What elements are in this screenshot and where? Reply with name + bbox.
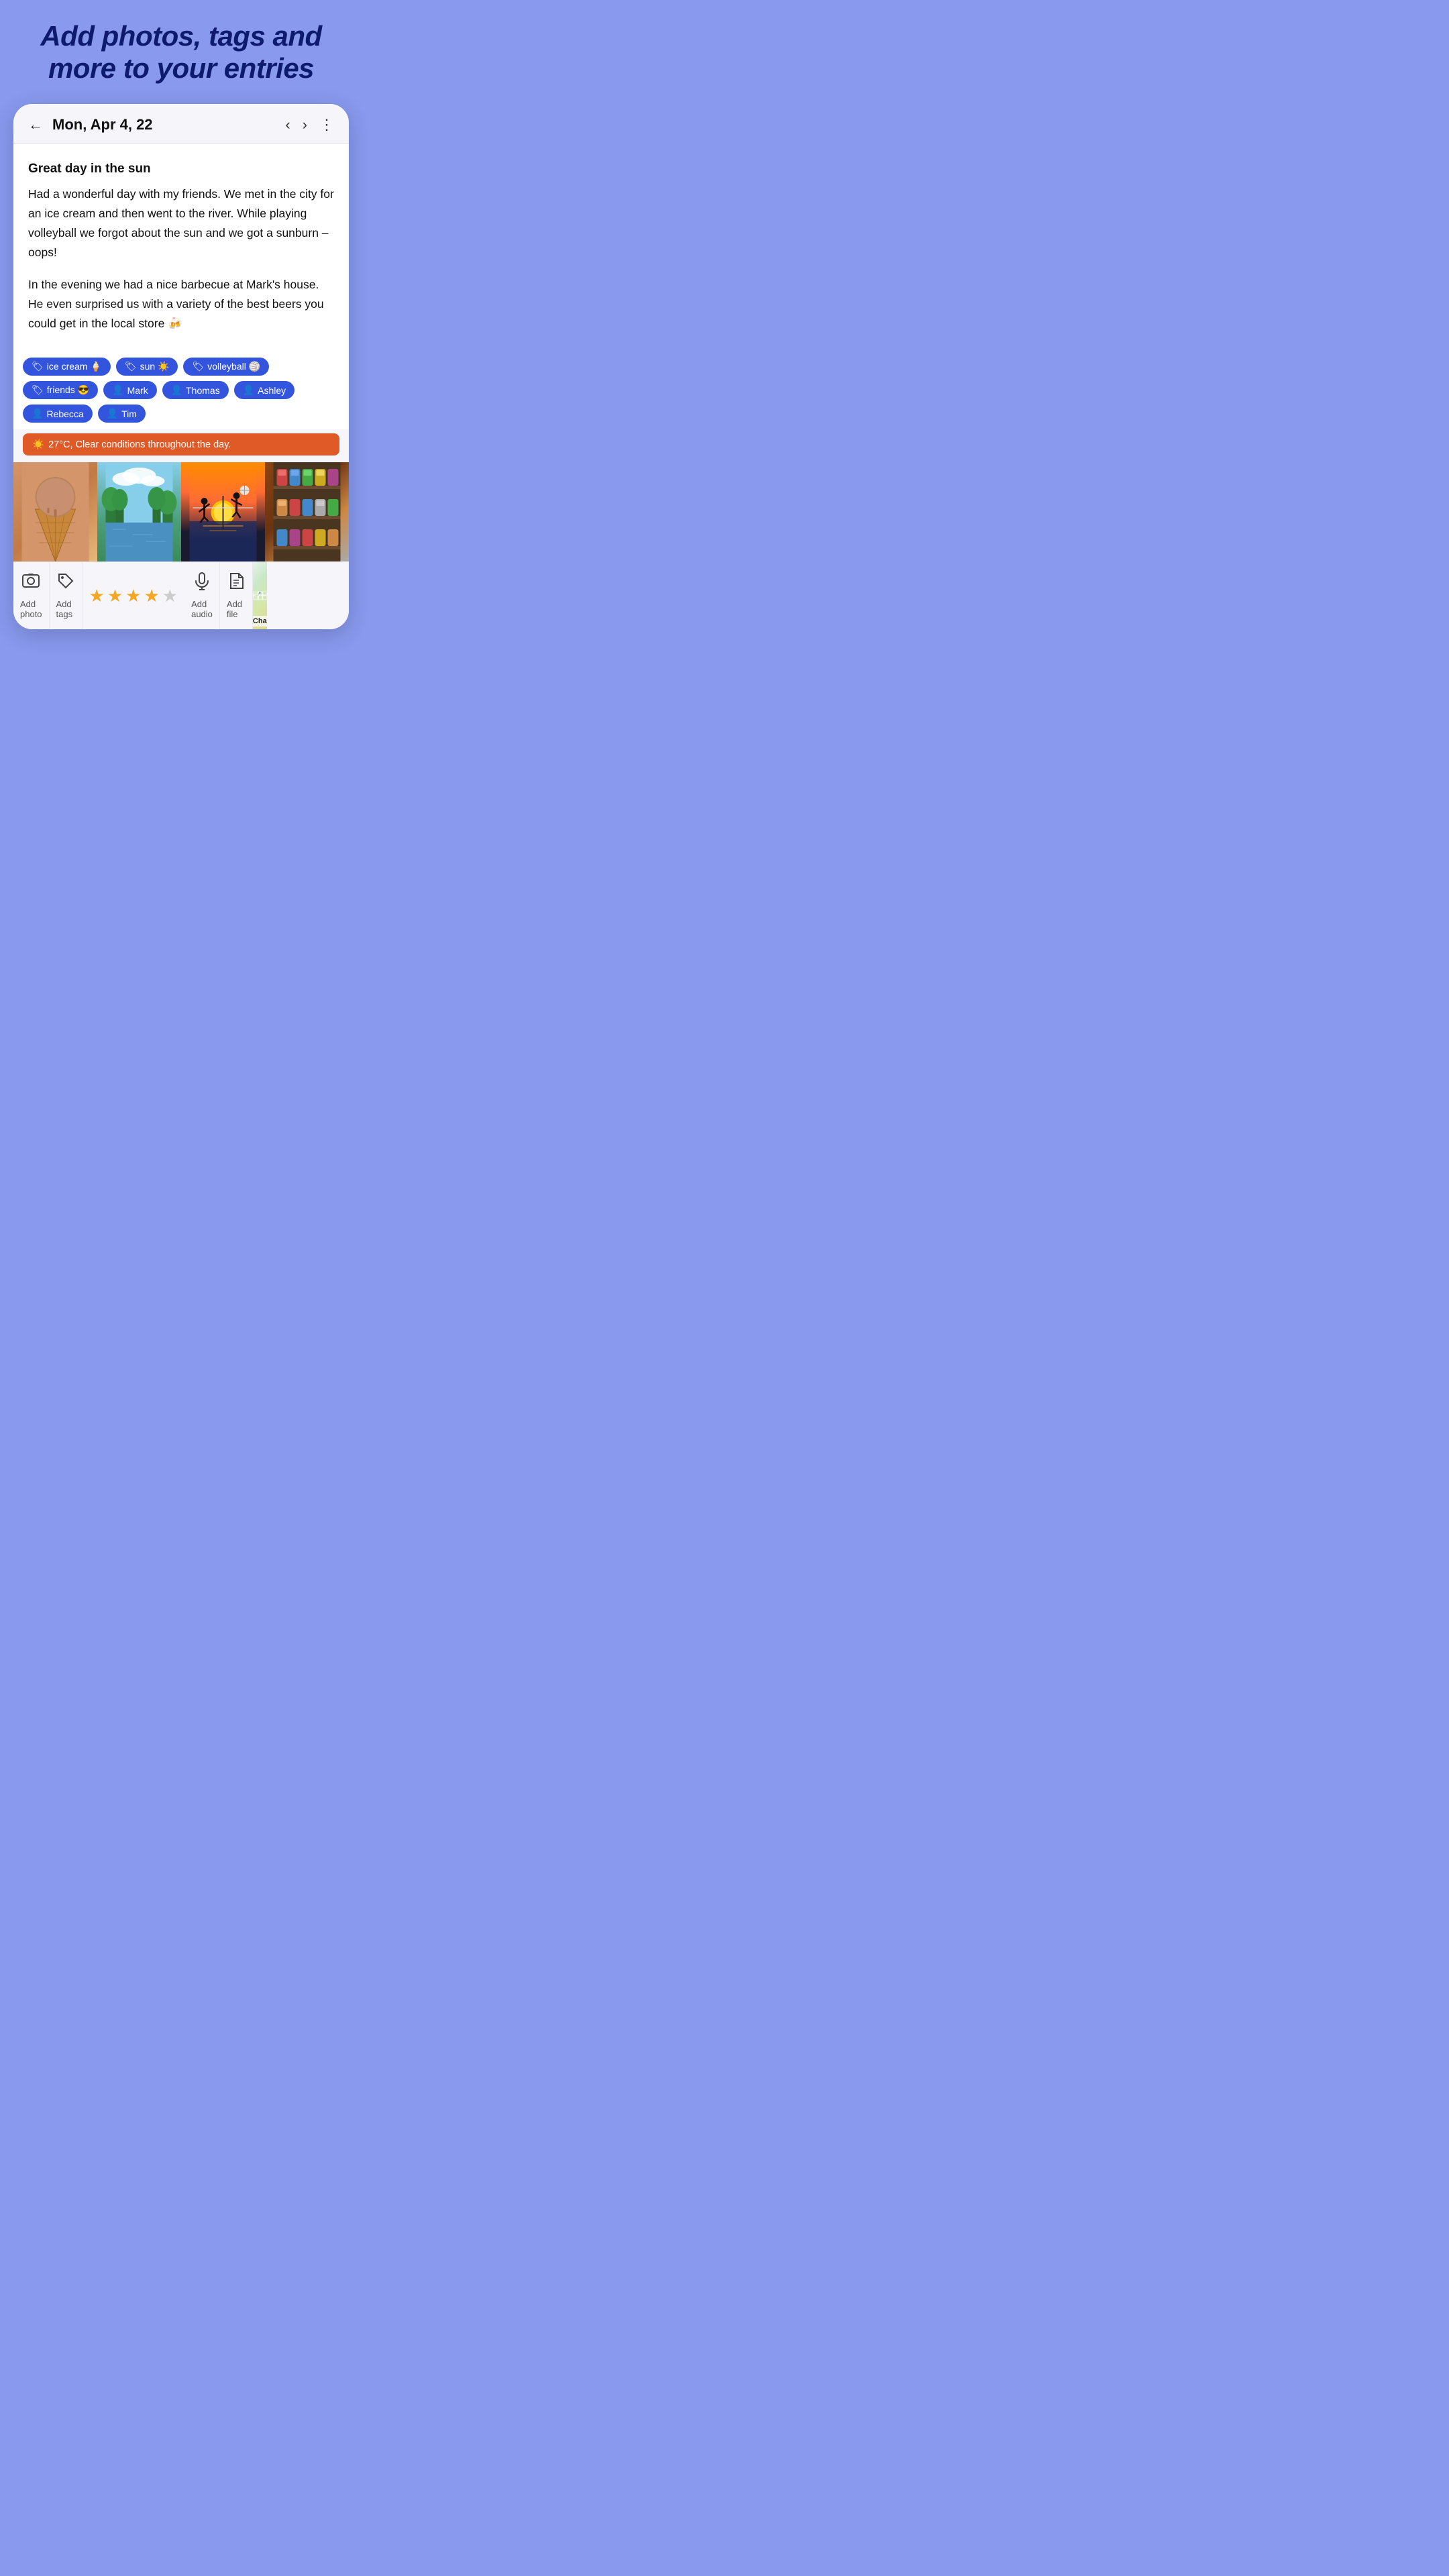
photos-grid xyxy=(13,462,349,561)
tag-icon: 🏷 xyxy=(32,361,44,372)
next-entry-button[interactable]: › xyxy=(303,116,307,133)
tags-section: 🏷 ice cream 🍦 🏷 sun ☀️ 🏷 volleyball 🏐 🏷 … xyxy=(13,358,349,429)
person-icon: 👤 xyxy=(243,384,254,396)
weather-icon: ☀️ xyxy=(32,439,44,450)
journal-card: ← Mon, Apr 4, 22 ‹ › ⋮ Great day in the … xyxy=(13,104,349,629)
weather-text: 27°C, Clear conditions throughout the da… xyxy=(48,439,231,450)
add-tags-label: Add tags xyxy=(56,599,75,619)
card-header: ← Mon, Apr 4, 22 ‹ › ⋮ xyxy=(13,104,349,144)
add-audio-icon xyxy=(193,572,211,595)
tag-thomas[interactable]: 👤 Thomas xyxy=(162,381,229,399)
person-icon: 👤 xyxy=(107,408,118,419)
person-icon: 👤 xyxy=(112,384,123,396)
tag-ashley[interactable]: 👤 Ashley xyxy=(234,381,294,399)
photo-ice-cream[interactable] xyxy=(13,462,97,561)
person-icon: 👤 xyxy=(32,408,43,419)
tag-icon: 🏷 xyxy=(192,361,204,372)
header-nav: ‹ › ⋮ xyxy=(285,116,334,133)
photo-volleyball[interactable] xyxy=(181,462,265,561)
tag-icon: 🏷 xyxy=(32,384,44,396)
tag-tim[interactable]: 👤 Tim xyxy=(98,405,146,423)
tag-ice-cream[interactable]: 🏷 ice cream 🍦 xyxy=(23,358,111,376)
add-audio-label: Add audio xyxy=(191,599,213,619)
star-1[interactable]: ★ xyxy=(89,586,105,606)
star-3[interactable]: ★ xyxy=(125,586,141,606)
headline-line1: Add photos, tags and xyxy=(40,20,321,52)
prev-entry-button[interactable]: ‹ xyxy=(285,116,290,133)
tag-mark[interactable]: 👤 Mark xyxy=(103,381,157,399)
person-icon: 👤 xyxy=(171,384,182,396)
action-row-1: Add photo Add tags ★ ★ ★ ★ ★ xyxy=(13,561,184,629)
add-tags-icon xyxy=(56,572,75,595)
map-area[interactable]: Chandler xyxy=(253,562,267,629)
page-headline: Add photos, tags and more to your entrie… xyxy=(40,20,321,85)
entry-body: Great day in the sun Had a wonderful day… xyxy=(13,144,349,358)
entry-paragraph-1: Had a wonderful day with my friends. We … xyxy=(28,184,334,262)
entry-date: Mon, Apr 4, 22 xyxy=(52,116,285,133)
headline-line2: more to your entries xyxy=(48,52,314,84)
tag-friends[interactable]: 🏷 friends 😎 xyxy=(23,381,98,399)
add-audio-button[interactable]: Add audio xyxy=(184,562,220,629)
add-tags-button[interactable]: Add tags xyxy=(50,562,83,629)
tag-icon: 🏷 xyxy=(125,361,137,372)
add-photo-label: Add photo xyxy=(20,599,42,619)
back-button[interactable]: ← xyxy=(28,116,43,133)
entry-title: Great day in the sun xyxy=(28,158,334,179)
tag-volleyball[interactable]: 🏷 volleyball 🏐 xyxy=(183,358,269,376)
star-5[interactable]: ★ xyxy=(162,586,178,606)
tag-rebecca[interactable]: 👤 Rebecca xyxy=(23,405,93,423)
add-file-label: Add file xyxy=(227,599,246,619)
entry-paragraph-2: In the evening we had a nice barbecue at… xyxy=(28,275,334,333)
tag-sun[interactable]: 🏷 sun ☀️ xyxy=(116,358,178,376)
stars-rating[interactable]: ★ ★ ★ ★ ★ xyxy=(83,562,185,629)
action-bar: Add photo Add tags ★ ★ ★ ★ ★ xyxy=(13,561,349,629)
add-photo-icon xyxy=(21,572,40,595)
add-file-icon xyxy=(227,572,246,595)
star-2[interactable]: ★ xyxy=(107,586,123,606)
action-row-2: Add audio Add file xyxy=(184,561,266,629)
map-label: Chandler xyxy=(253,616,267,627)
photo-river[interactable] xyxy=(97,462,181,561)
add-file-button[interactable]: Add file xyxy=(220,562,253,629)
photo-beers[interactable] xyxy=(265,462,349,561)
star-4[interactable]: ★ xyxy=(144,586,159,606)
more-options-button[interactable]: ⋮ xyxy=(319,116,334,133)
add-photo-button[interactable]: Add photo xyxy=(13,562,50,629)
weather-bar: ☀️ 27°C, Clear conditions throughout the… xyxy=(23,433,339,455)
